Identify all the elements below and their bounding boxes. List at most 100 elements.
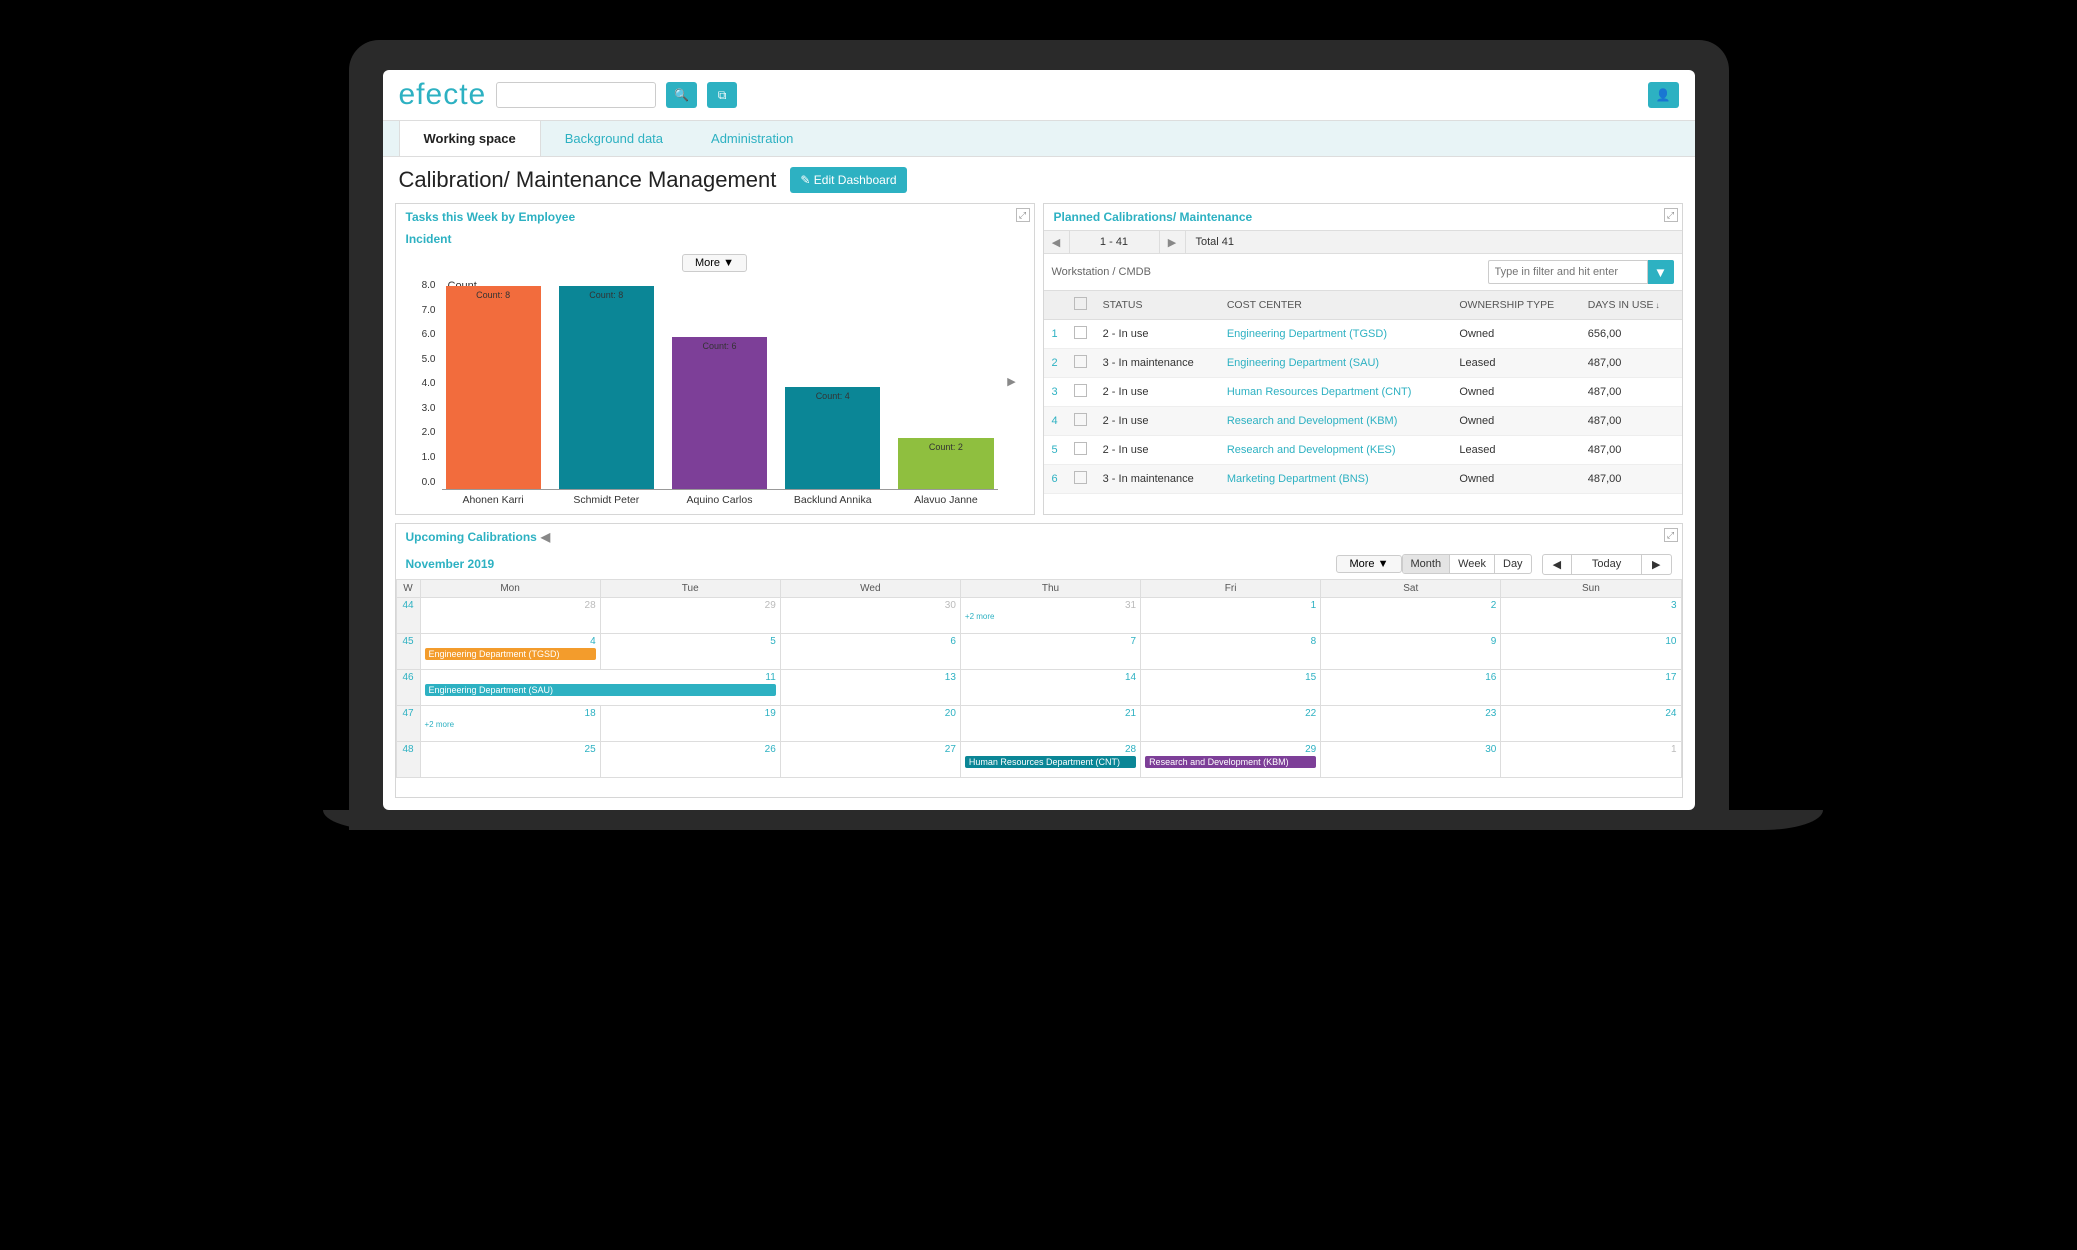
page-next-icon[interactable]: ▶ <box>1160 231 1186 253</box>
calendar-cell[interactable]: 13 <box>780 669 960 705</box>
calendar-cell[interactable]: 10 <box>1501 633 1681 669</box>
calendar-cell[interactable]: 25 <box>420 741 600 777</box>
calendar-cell[interactable]: 29 <box>600 597 780 633</box>
row-checkbox[interactable] <box>1074 413 1087 426</box>
page-range: 1 - 41 <box>1070 231 1160 253</box>
bar[interactable]: Count: 4 <box>785 387 880 488</box>
calendar-cell[interactable]: 28Human Resources Department (CNT) <box>960 741 1140 777</box>
calendar-cell[interactable]: 8 <box>1141 633 1321 669</box>
more-button[interactable]: More ▼ <box>1336 555 1401 573</box>
calendar-cell[interactable]: 5 <box>600 633 780 669</box>
page-prev-icon[interactable]: ◀ <box>1044 231 1070 253</box>
table-row[interactable]: 23 - In maintenanceEngineering Departmen… <box>1044 349 1682 378</box>
select-all-checkbox[interactable] <box>1074 297 1087 310</box>
user-icon: 👤 <box>1656 88 1671 102</box>
expand-icon[interactable]: ⤢ <box>1016 208 1030 222</box>
calendar-cell[interactable]: 11Engineering Department (SAU) <box>420 669 780 705</box>
search-button[interactable]: 🔍 <box>666 82 697 108</box>
calendar-cell[interactable]: 2 <box>1321 597 1501 633</box>
column-header[interactable]: OWNERSHIP TYPE <box>1451 291 1579 320</box>
chart-next-icon[interactable]: ▶ <box>1004 375 1020 388</box>
calendar-cell[interactable]: 28 <box>420 597 600 633</box>
calendar-cell[interactable]: 1 <box>1141 597 1321 633</box>
row-checkbox[interactable] <box>1074 471 1087 484</box>
calendar-cell[interactable]: 3 <box>1501 597 1681 633</box>
filter-input[interactable] <box>1488 260 1648 284</box>
bar[interactable]: Count: 6 <box>672 337 767 489</box>
bar[interactable]: Count: 8 <box>446 286 541 489</box>
expand-icon[interactable]: ⤢ <box>1664 528 1678 542</box>
calendar-cell[interactable]: 9 <box>1321 633 1501 669</box>
view-month[interactable]: Month <box>1403 555 1451 573</box>
row-checkbox[interactable] <box>1074 326 1087 339</box>
calendar-cell[interactable]: 21 <box>960 705 1140 741</box>
column-header[interactable]: STATUS <box>1095 291 1219 320</box>
table-row[interactable]: 32 - In useHuman Resources Department (C… <box>1044 378 1682 407</box>
context-label: Workstation / CMDB <box>1052 266 1151 278</box>
row-checkbox[interactable] <box>1074 442 1087 455</box>
calendar-cell[interactable]: 27 <box>780 741 960 777</box>
calendar-cell[interactable]: 6 <box>780 633 960 669</box>
calendar-cell[interactable]: 23 <box>1321 705 1501 741</box>
tab-administration[interactable]: Administration <box>687 121 817 156</box>
calendar-cell[interactable]: 24 <box>1501 705 1681 741</box>
calendar-cell[interactable]: 17 <box>1501 669 1681 705</box>
view-week[interactable]: Week <box>1450 555 1495 573</box>
column-header[interactable]: COST CENTER <box>1219 291 1452 320</box>
calendar-cell[interactable]: 15 <box>1141 669 1321 705</box>
calendar-cell[interactable]: 31+2 more <box>960 597 1140 633</box>
calendar-cell[interactable]: 18+2 more <box>420 705 600 741</box>
chevron-left-icon[interactable]: ◀ <box>541 530 550 544</box>
week-number: 46 <box>396 669 420 705</box>
calendar-cell[interactable]: 30 <box>780 597 960 633</box>
tab-background-data[interactable]: Background data <box>541 121 687 156</box>
expand-icon[interactable]: ⤢ <box>1664 208 1678 222</box>
x-label: Schmidt Peter <box>559 494 654 506</box>
clone-button[interactable]: ⧉ <box>707 82 737 108</box>
row-checkbox[interactable] <box>1074 355 1087 368</box>
dow-header: Fri <box>1141 579 1321 597</box>
calendar-cell[interactable]: 14 <box>960 669 1140 705</box>
week-number: 44 <box>396 597 420 633</box>
cal-prev-icon[interactable]: ◀ <box>1543 555 1572 574</box>
table-row[interactable]: 52 - In useResearch and Development (KES… <box>1044 436 1682 465</box>
view-day[interactable]: Day <box>1495 555 1531 573</box>
more-button[interactable]: More ▼ <box>682 254 747 272</box>
column-header[interactable]: DAYS IN USE↓ <box>1580 291 1682 320</box>
calendar-event[interactable]: Research and Development (KBM) <box>1145 756 1316 768</box>
calendar-cell[interactable]: 4Engineering Department (TGSD) <box>420 633 600 669</box>
search-input[interactable] <box>496 82 656 108</box>
edit-dashboard-button[interactable]: ✎ Edit Dashboard <box>790 167 906 193</box>
today-button[interactable]: Today <box>1572 555 1642 574</box>
calendar-event[interactable]: Engineering Department (TGSD) <box>425 648 596 660</box>
calendar-event[interactable]: Engineering Department (SAU) <box>425 684 776 696</box>
x-label: Aquino Carlos <box>672 494 767 506</box>
filter-button[interactable]: ▼ <box>1648 260 1674 284</box>
calendar-cell[interactable]: 20 <box>780 705 960 741</box>
table-row[interactable]: 42 - In useResearch and Development (KBM… <box>1044 407 1682 436</box>
calendar-cell[interactable]: 19 <box>600 705 780 741</box>
more-events-link[interactable]: +2 more <box>965 612 1136 621</box>
calendar-cell[interactable]: 22 <box>1141 705 1321 741</box>
calendar-cell[interactable]: 26 <box>600 741 780 777</box>
panel-tasks-by-employee: ⤢ Tasks this Week by Employee Incident M… <box>395 203 1035 515</box>
bar[interactable]: Count: 8 <box>559 286 654 489</box>
more-events-link[interactable]: +2 more <box>425 720 596 729</box>
cal-next-icon[interactable]: ▶ <box>1642 555 1670 574</box>
table-row[interactable]: 63 - In maintenanceMarketing Department … <box>1044 465 1682 494</box>
week-number: 48 <box>396 741 420 777</box>
dow-header: Sat <box>1321 579 1501 597</box>
bar[interactable]: Count: 2 <box>898 438 993 489</box>
tab-working-space[interactable]: Working space <box>399 121 541 156</box>
calendar-cell[interactable]: 1 <box>1501 741 1681 777</box>
calendar-cell[interactable]: 30 <box>1321 741 1501 777</box>
row-checkbox[interactable] <box>1074 384 1087 397</box>
x-label: Ahonen Karri <box>446 494 541 506</box>
calendar-cell[interactable]: 16 <box>1321 669 1501 705</box>
table-row[interactable]: 12 - In useEngineering Department (TGSD)… <box>1044 320 1682 349</box>
calendar-cell[interactable]: 7 <box>960 633 1140 669</box>
calibration-table: STATUSCOST CENTEROWNERSHIP TYPEDAYS IN U… <box>1044 291 1682 494</box>
user-menu-button[interactable]: 👤 <box>1648 82 1679 108</box>
calendar-cell[interactable]: 29Research and Development (KBM) <box>1141 741 1321 777</box>
calendar-event[interactable]: Human Resources Department (CNT) <box>965 756 1136 768</box>
